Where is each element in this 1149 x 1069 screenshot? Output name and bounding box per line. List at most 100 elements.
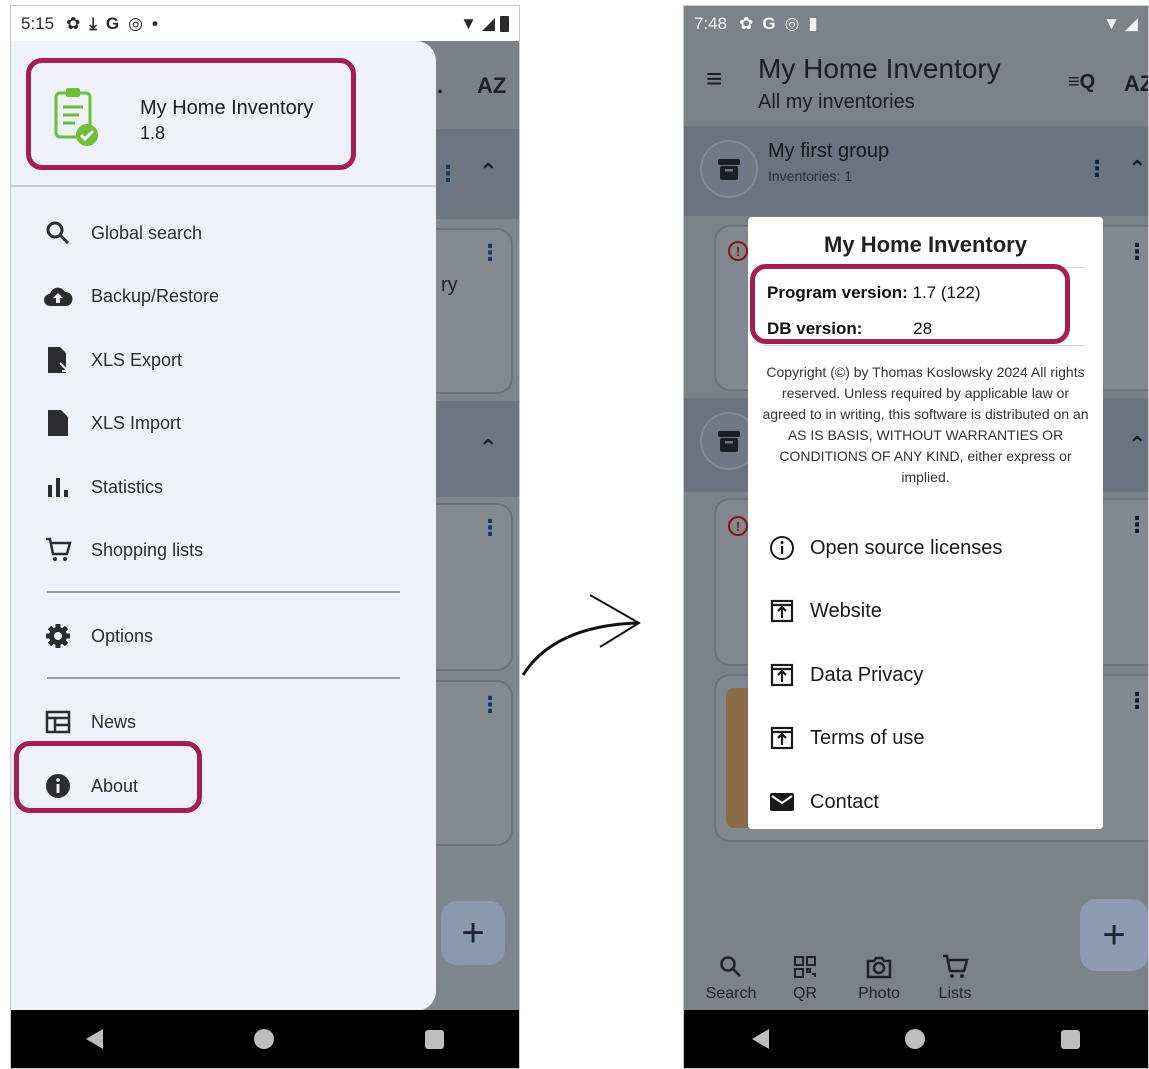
sd-card-icon: ▮: [808, 13, 818, 33]
more-vert-icon[interactable]: ⋮: [1126, 239, 1148, 265]
open-external-icon: [768, 724, 796, 752]
hamburger-menu-icon[interactable]: ≡: [706, 63, 722, 95]
collapse-icon[interactable]: ⌃: [1128, 156, 1146, 182]
drawer-header: My Home Inventory 1.8: [11, 41, 436, 187]
menu-dot-icon[interactable]: .: [437, 73, 443, 99]
nav-label: Search: [705, 985, 757, 1002]
collapse-icon[interactable]: ⌃: [1128, 432, 1146, 458]
nav-lists[interactable]: Lists: [920, 949, 990, 1003]
left-phone-screen: 5:15 ✿ ⤓ G ◎ • ▼ ◢ AZ . ⋮ ⌃ ⋮ ry ⌃ ⋮ ⋮ +: [10, 5, 520, 1069]
open-source-licenses-link[interactable]: Open source licenses: [768, 525, 1093, 571]
dialog-item-label: Open source licenses: [810, 536, 1003, 559]
cart-icon: [920, 949, 990, 985]
drawer-item-global-search[interactable]: Global search: [41, 207, 416, 259]
battery-icon: [500, 15, 509, 32]
db-version-label: DB version:: [767, 319, 863, 338]
file-export-icon: [41, 343, 75, 377]
sort-az-icon[interactable]: AZ: [477, 73, 506, 99]
status-bar: 5:15 ✿ ⤓ G ◎ • ▼ ◢: [11, 6, 519, 41]
drawer-item-options[interactable]: Options: [41, 610, 416, 662]
db-version-value: 28: [913, 319, 933, 338]
dialog-item-label: Contact: [810, 790, 879, 813]
signal-icon: ◢: [481, 13, 495, 33]
open-external-icon: [768, 597, 796, 625]
nav-photo[interactable]: Photo: [844, 949, 914, 1003]
nav-qr[interactable]: QR: [770, 949, 840, 1003]
cart-icon: [41, 533, 75, 567]
bar-chart-icon: [41, 470, 75, 504]
sync-icon: ◎: [784, 13, 800, 33]
status-icons: ✿ ⤓ G ◎ •: [66, 14, 158, 34]
gear-icon: [41, 619, 75, 653]
app-name: My Home Inventory: [140, 97, 314, 119]
status-right-icons: ▼ ◢: [460, 14, 509, 34]
data-privacy-link[interactable]: Data Privacy: [768, 652, 1093, 698]
more-vert-icon[interactable]: ⋮: [1126, 688, 1148, 714]
dialog-title: My Home Inventory: [824, 232, 1027, 257]
drawer-item-xls-import[interactable]: XLS Import: [41, 397, 416, 449]
dialog-item-label: Website: [810, 599, 882, 622]
recents-icon[interactable]: [1061, 1029, 1080, 1049]
website-link[interactable]: Website: [768, 588, 1093, 634]
drawer-item-statistics[interactable]: Statistics: [41, 461, 416, 513]
drawer-item-label: Global search: [91, 222, 203, 243]
contact-link[interactable]: Contact: [768, 779, 1093, 825]
back-icon[interactable]: [752, 1029, 769, 1049]
drawer-item-news[interactable]: News: [41, 696, 416, 748]
archive-icon: [700, 140, 758, 198]
status-time: 5:15: [21, 13, 55, 33]
wifi-icon: ▼: [460, 13, 477, 33]
dialog-item-label: Terms of use: [810, 726, 925, 749]
nav-label: Lists: [938, 985, 972, 1002]
more-vert-icon[interactable]: ⋮: [479, 240, 501, 266]
drawer-item-label: Shopping lists: [91, 539, 204, 560]
open-external-icon: [768, 661, 796, 689]
info-icon: [41, 769, 75, 803]
wifi-icon: ▼: [1103, 13, 1120, 33]
transition-arrow-icon: [521, 594, 641, 676]
status-icons: ✿ G ◎ ▮: [739, 14, 818, 34]
app-version: 1.8: [140, 123, 166, 143]
sync-icon: ◎: [128, 13, 143, 33]
drawer-item-backup-restore[interactable]: Backup/Restore: [41, 270, 416, 322]
drawer-item-label: Options: [91, 625, 154, 646]
drawer-item-shopping-lists[interactable]: Shopping lists: [41, 524, 416, 576]
drawer-item-about[interactable]: About: [41, 760, 416, 812]
more-vert-icon[interactable]: ⋮: [1086, 156, 1108, 182]
add-fab-button[interactable]: +: [441, 901, 505, 965]
collapse-icon[interactable]: ⌃: [479, 159, 497, 185]
more-vert-icon[interactable]: ⋮: [479, 692, 501, 718]
filter-search-icon[interactable]: ≡Q: [1068, 71, 1095, 94]
recents-icon[interactable]: [424, 1029, 444, 1049]
db-version-row: DB version: 28: [767, 319, 932, 339]
app-logo-icon: [54, 88, 98, 146]
download-icon: ⤓: [89, 13, 97, 33]
about-dialog: My Home Inventory Program version: 1.7 (…: [748, 217, 1103, 829]
drawer-divider: [47, 591, 400, 593]
group-header[interactable]: My first group Inventories: 1 ⋮ ⌃: [684, 126, 1148, 216]
more-vert-icon[interactable]: ⋮: [1126, 512, 1148, 538]
home-icon[interactable]: [253, 1029, 274, 1049]
camera-icon: [844, 949, 914, 985]
signal-icon: ◢: [1124, 13, 1138, 33]
bottom-navigation: Search QR Photo Lists: [684, 941, 1148, 1013]
drawer-item-label: XLS Export: [91, 349, 183, 370]
more-vert-icon[interactable]: ⋮: [479, 515, 501, 541]
nav-search[interactable]: Search: [696, 949, 766, 1003]
home-icon[interactable]: [905, 1029, 925, 1049]
nav-label: QR: [793, 985, 817, 1002]
partial-text: ry: [441, 274, 458, 296]
cloud-upload-icon: [41, 279, 75, 313]
collapse-icon[interactable]: ⌃: [479, 435, 497, 461]
more-vert-icon[interactable]: ⋮: [437, 161, 459, 187]
drawer-item-xls-export[interactable]: XLS Export: [41, 334, 416, 386]
google-icon: G: [762, 13, 776, 33]
back-icon[interactable]: [86, 1029, 104, 1049]
terms-of-use-link[interactable]: Terms of use: [768, 715, 1093, 761]
drawer-item-label: About: [91, 775, 139, 796]
drawer-item-label: XLS Import: [91, 412, 182, 433]
group-count: Inventories: 1: [768, 168, 853, 184]
search-icon: [41, 216, 75, 250]
right-phone-screen: 7:48 ✿ G ◎ ▮ ▼ ◢ ≡ My Home Inventory All…: [683, 5, 1149, 1069]
sort-az-icon[interactable]: AZ: [1124, 71, 1148, 97]
